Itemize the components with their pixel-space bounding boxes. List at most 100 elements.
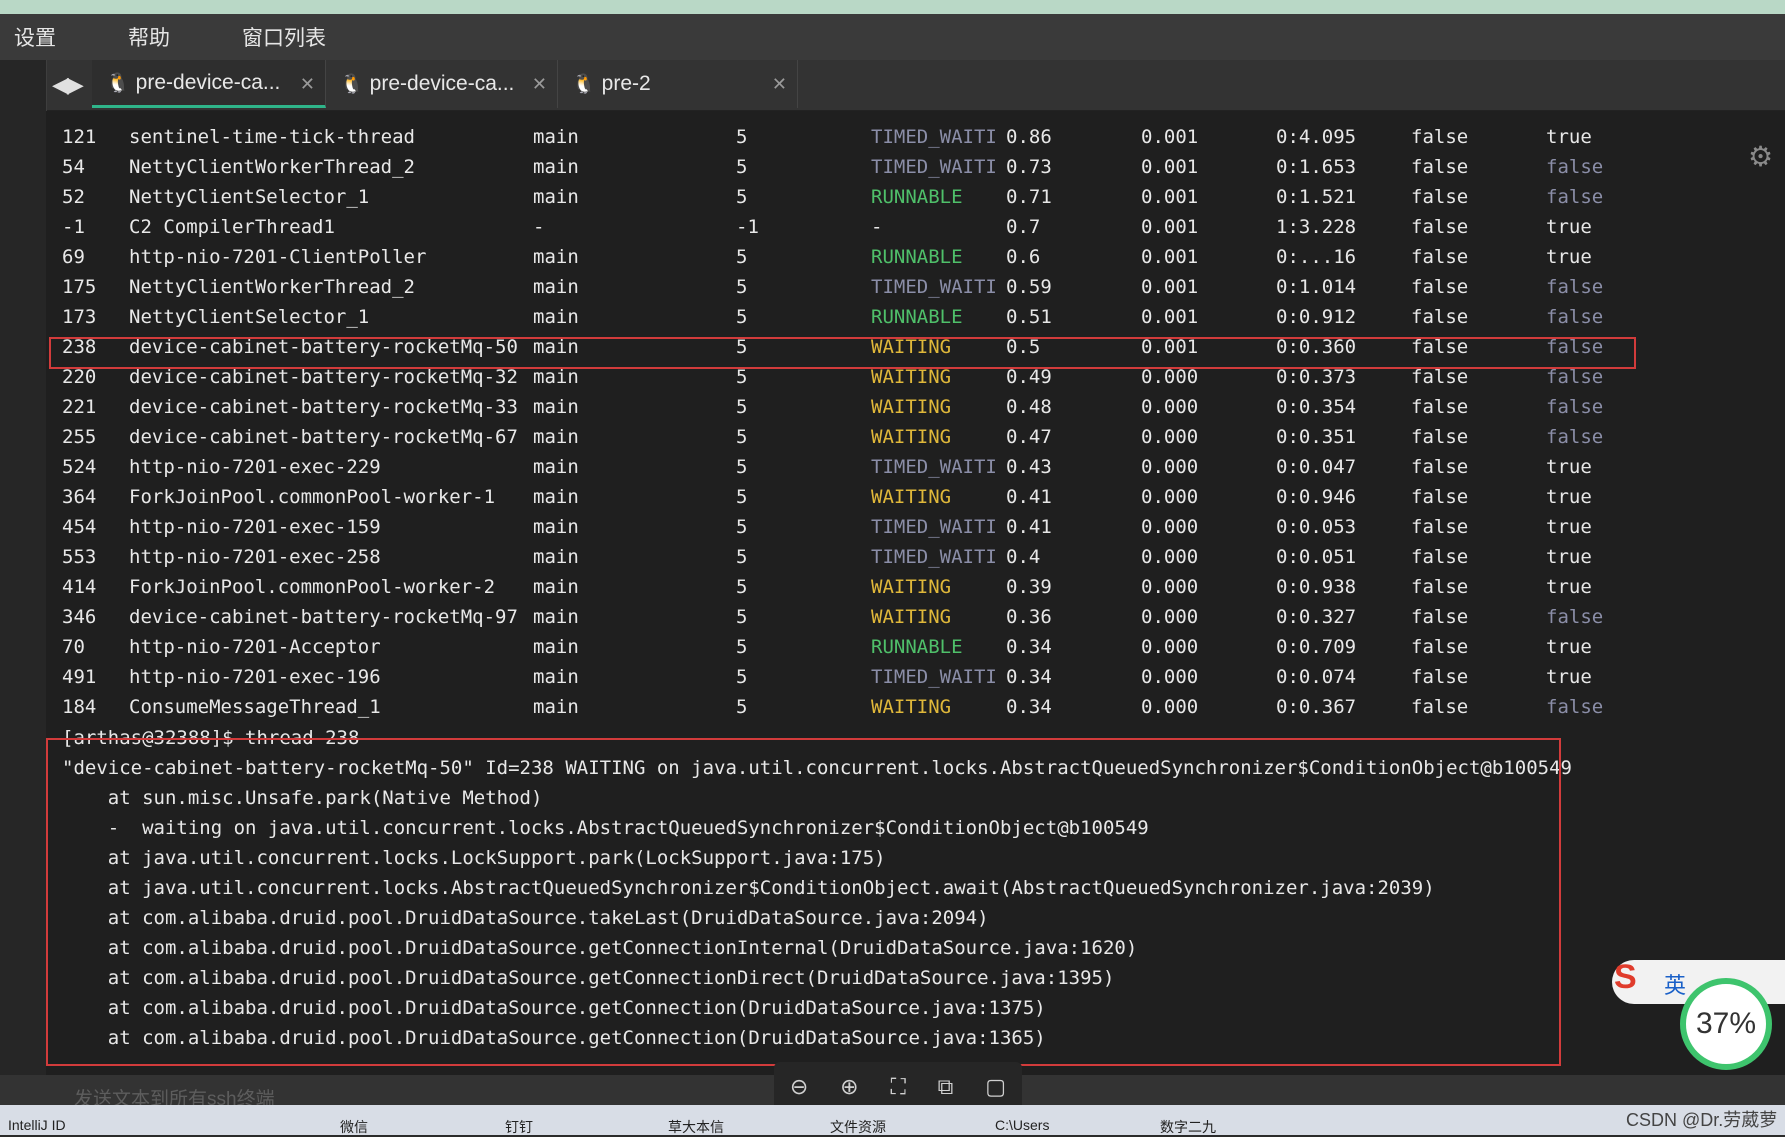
tab-session-1[interactable]: 🐧 pre-device-ca... ✕ [92, 60, 326, 108]
cell-state: WAITING [871, 426, 952, 448]
cell-state: TIMED_WAITI [871, 156, 997, 178]
cell-priority: 5 [736, 486, 748, 508]
cell-group: main [533, 396, 579, 418]
cell-cpu: 0.43 [1006, 456, 1052, 478]
cell-name: http-nio-7201-exec-258 [129, 546, 381, 568]
cell-interrupted: false [1411, 666, 1469, 688]
tab-session-2[interactable]: 🐧 pre-device-ca... ✕ [326, 60, 558, 108]
cell-priority: 5 [736, 636, 748, 658]
cell-daemon: true [1546, 246, 1592, 268]
cell-time: 0:0.047 [1276, 456, 1357, 478]
cell-priority: 5 [736, 246, 748, 268]
zoom-out-icon[interactable]: ⊖ [790, 1074, 808, 1100]
taskbar-item[interactable]: IntelliJ ID [8, 1117, 66, 1133]
cell-time: 1:3.228 [1276, 216, 1357, 238]
cell-delta: 0.001 [1141, 336, 1199, 358]
zoom-in-icon[interactable]: ⊕ [840, 1074, 858, 1100]
cell-priority: 5 [736, 666, 748, 688]
cell-daemon: false [1546, 276, 1604, 298]
taskbar-item[interactable]: 数字二九 [1160, 1117, 1216, 1137]
cell-time: 0:0.053 [1276, 516, 1357, 538]
cell-delta: 0.000 [1141, 516, 1199, 538]
cell-group: main [533, 486, 579, 508]
cell-interrupted: false [1411, 636, 1469, 658]
cell-daemon: true [1546, 486, 1592, 508]
cell-state: TIMED_WAITI [871, 546, 997, 568]
cell-priority: 5 [736, 696, 748, 718]
cell-state: RUNNABLE [871, 306, 963, 328]
stack-frame: at com.alibaba.druid.pool.DruidDataSourc… [62, 967, 1115, 989]
cell-time: 0:0.360 [1276, 336, 1357, 358]
cell-priority: 5 [736, 276, 748, 298]
gear-icon[interactable]: ⚙ [1748, 140, 1773, 173]
tab-session-3[interactable]: 🐧 pre-2 ✕ [558, 60, 798, 108]
cell-time: 0:1.014 [1276, 276, 1357, 298]
close-icon[interactable]: ✕ [300, 74, 315, 95]
taskbar-item[interactable]: 微信 [340, 1117, 368, 1137]
cell-id: 121 [62, 126, 97, 148]
cell-time: 0:0.709 [1276, 636, 1357, 658]
cell-delta: 0.000 [1141, 456, 1199, 478]
cell-state: WAITING [871, 396, 952, 418]
cell-interrupted: false [1411, 396, 1469, 418]
cell-priority: 5 [736, 186, 748, 208]
close-icon[interactable]: ✕ [532, 74, 547, 95]
cell-time: 0:0.351 [1276, 426, 1357, 448]
cell-group: main [533, 276, 579, 298]
taskbar-item[interactable]: 草大本信 [668, 1117, 724, 1137]
cell-cpu: 0.36 [1006, 606, 1052, 628]
cell-priority: 5 [736, 426, 748, 448]
screen-share-icon[interactable]: ⧉ [938, 1074, 954, 1100]
cell-group: main [533, 696, 579, 718]
cell-group: main [533, 666, 579, 688]
close-icon[interactable]: ✕ [772, 74, 787, 95]
linux-icon: 🐧 [340, 74, 364, 95]
taskbar-item[interactable]: 文件资源 [830, 1117, 886, 1137]
cell-time: 0:0.074 [1276, 666, 1357, 688]
taskbar [0, 1105, 1785, 1135]
taskbar-item[interactable]: C:\Users [995, 1117, 1049, 1133]
menu-settings[interactable]: 设置 [0, 22, 56, 52]
cell-name: ForkJoinPool.commonPool-worker-1 [129, 486, 496, 508]
cell-delta: 0.001 [1141, 246, 1199, 268]
tab-nav-arrows-icon[interactable]: ◀▶ [52, 72, 84, 98]
cell-interrupted: false [1411, 336, 1469, 358]
cell-cpu: 0.6 [1006, 246, 1041, 268]
cell-group: main [533, 156, 579, 178]
cell-interrupted: false [1411, 606, 1469, 628]
tab-label: pre-device-ca... [369, 72, 515, 95]
cell-name: device-cabinet-battery-rocketMq-32 [129, 366, 518, 388]
menu-window-list[interactable]: 窗口列表 [228, 22, 326, 52]
cell-time: 0:0.354 [1276, 396, 1357, 418]
cell-state: - [871, 216, 883, 238]
ime-language[interactable]: 英 [1664, 968, 1686, 1000]
cell-interrupted: false [1411, 216, 1469, 238]
cell-id: 175 [62, 276, 97, 298]
menu-help[interactable]: 帮助 [114, 22, 170, 52]
cell-name: NettyClientWorkerThread_2 [129, 156, 415, 178]
cell-group: main [533, 126, 579, 148]
cell-id: 364 [62, 486, 97, 508]
cell-delta: 0.001 [1141, 126, 1199, 148]
cell-state: WAITING [871, 696, 952, 718]
tab-label: pre-2 [601, 72, 651, 95]
cell-state: RUNNABLE [871, 186, 963, 208]
cell-daemon: false [1546, 306, 1604, 328]
cell-delta: 0.001 [1141, 156, 1199, 178]
cell-cpu: 0.34 [1006, 696, 1052, 718]
cell-state: WAITING [871, 366, 952, 388]
cell-interrupted: false [1411, 276, 1469, 298]
cell-id: 54 [62, 156, 85, 178]
comment-icon[interactable]: ▢ [985, 1074, 1006, 1100]
cell-daemon: true [1546, 576, 1592, 598]
cell-id: 346 [62, 606, 97, 628]
stack-frame: at com.alibaba.druid.pool.DruidDataSourc… [62, 907, 989, 929]
memory-gauge[interactable]: 37% [1680, 978, 1772, 1070]
cell-id: 69 [62, 246, 85, 268]
cell-time: 0:...16 [1276, 246, 1357, 268]
fullscreen-icon[interactable]: ⛶ [890, 1074, 905, 1100]
taskbar-item[interactable]: 钉钉 [505, 1117, 533, 1137]
cell-priority: 5 [736, 456, 748, 478]
cell-cpu: 0.34 [1006, 666, 1052, 688]
cell-interrupted: false [1411, 486, 1469, 508]
